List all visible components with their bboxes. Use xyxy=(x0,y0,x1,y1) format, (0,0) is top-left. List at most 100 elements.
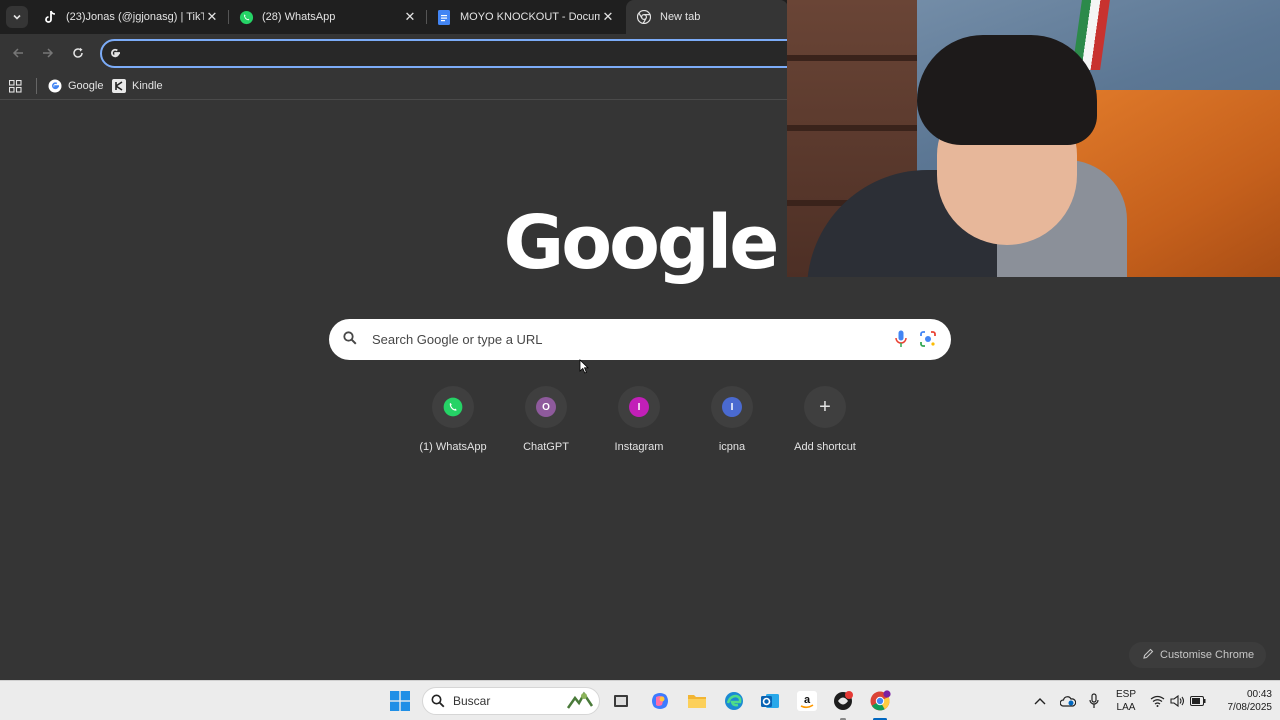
edge-icon xyxy=(725,692,743,710)
screen: (23)Jonas (@jgjonasg) | TikTok ✕ (28) Wh… xyxy=(0,0,1280,720)
forward-button[interactable] xyxy=(37,42,59,64)
search-placeholder: Search Google or type a URL xyxy=(372,332,543,347)
whatsapp-icon xyxy=(238,9,254,25)
tab-new-tab[interactable]: New tab xyxy=(626,0,788,34)
search-icon xyxy=(431,694,445,708)
webcam-shelf-line xyxy=(787,125,917,131)
ntp-search-box[interactable]: Search Google or type a URL xyxy=(329,319,951,360)
tab-title: (28) WhatsApp xyxy=(262,11,336,23)
clock-time: 00:43 xyxy=(1246,689,1272,700)
taskbar-search-text: Buscar xyxy=(453,694,491,708)
shortcut-whatsapp[interactable]: (1) WhatsApp xyxy=(407,386,499,466)
shortcut-label: Instagram xyxy=(614,441,664,453)
shortcut-label: Add shortcut xyxy=(794,441,856,453)
windows-icon xyxy=(390,691,410,711)
wifi-icon xyxy=(1150,695,1165,707)
shortcut-tile: I xyxy=(618,386,660,428)
microphone-icon xyxy=(1089,693,1099,708)
tab-docs[interactable]: MOYO KNOCKOUT - Documen ✕ xyxy=(426,0,622,34)
search-highlight-icon xyxy=(566,691,594,709)
google-lens-icon[interactable] xyxy=(919,330,937,353)
language-code: ESP xyxy=(1115,689,1136,700)
forward-arrow-icon xyxy=(43,48,54,58)
reload-button[interactable] xyxy=(67,42,89,64)
bookmark-kindle[interactable]: Kindle xyxy=(112,76,163,96)
app-icon xyxy=(834,691,853,710)
dark-app-button[interactable] xyxy=(831,689,855,713)
kindle-icon xyxy=(112,79,126,93)
clock-date: 7/08/2025 xyxy=(1227,702,1273,713)
back-arrow-icon xyxy=(12,48,23,58)
taskbar: Buscar a ESP LAA 00:43 7/08/2025 xyxy=(0,680,1280,720)
voice-search-icon[interactable] xyxy=(895,330,907,353)
close-icon[interactable]: ✕ xyxy=(402,9,418,25)
amazon-icon: a xyxy=(797,691,817,711)
shortcut-tile: I xyxy=(711,386,753,428)
tab-whatsapp[interactable]: (28) WhatsApp ✕ xyxy=(228,0,424,34)
docs-icon xyxy=(436,9,452,25)
back-button[interactable] xyxy=(7,42,29,64)
chevron-down-icon xyxy=(13,14,21,20)
tab-tiktok[interactable]: (23)Jonas (@jgjonasg) | TikTok ✕ xyxy=(32,0,226,34)
chrome-icon xyxy=(870,690,891,711)
taskbar-search[interactable]: Buscar xyxy=(422,687,600,715)
input-language[interactable]: ESP LAA xyxy=(1113,688,1139,714)
letter-avatar: O xyxy=(536,397,556,417)
battery-icon xyxy=(1190,696,1206,706)
plus-icon: + xyxy=(819,396,831,418)
chevron-up-icon xyxy=(1034,698,1046,705)
address-bar[interactable] xyxy=(100,39,820,68)
amazon-button[interactable]: a xyxy=(795,689,819,713)
shortcuts-grid: (1) WhatsApp O ChatGPT I Instagram I icp… xyxy=(407,386,873,466)
shortcut-icpna[interactable]: I icpna xyxy=(686,386,778,466)
shortcut-instagram[interactable]: I Instagram xyxy=(593,386,685,466)
volume-button[interactable] xyxy=(1170,681,1185,720)
microphone-button[interactable] xyxy=(1089,681,1099,720)
bookmark-google[interactable]: Google xyxy=(48,76,103,96)
letter-avatar: I xyxy=(629,397,649,417)
wifi-button[interactable] xyxy=(1150,681,1165,720)
tab-title: (23)Jonas (@jgjonasg) | TikTok xyxy=(66,11,204,23)
mouse-cursor-icon xyxy=(579,359,589,379)
letter-avatar: I xyxy=(722,397,742,417)
speaker-icon xyxy=(1170,695,1185,707)
tray-overflow-button[interactable] xyxy=(1034,681,1046,720)
task-view-button[interactable] xyxy=(609,689,633,713)
google-g-icon xyxy=(108,46,122,65)
folder-icon xyxy=(688,695,706,708)
search-icon xyxy=(343,331,357,350)
onedrive-button[interactable] xyxy=(1060,681,1076,720)
shortcut-tile: + xyxy=(804,386,846,428)
battery-button[interactable] xyxy=(1190,681,1206,720)
apps-button[interactable] xyxy=(9,76,22,96)
start-button[interactable] xyxy=(388,689,412,713)
file-explorer-button[interactable] xyxy=(685,689,709,713)
shortcut-add[interactable]: + Add shortcut xyxy=(779,386,871,466)
whatsapp-icon xyxy=(443,397,463,417)
bookmarks-divider xyxy=(36,78,37,94)
close-icon[interactable]: ✕ xyxy=(600,9,616,25)
shortcut-tile xyxy=(432,386,474,428)
shortcut-chatgpt[interactable]: O ChatGPT xyxy=(500,386,592,466)
shortcut-tile: O xyxy=(525,386,567,428)
webcam-shelf-line xyxy=(787,55,917,61)
webcam-hair xyxy=(917,35,1097,145)
copilot-button[interactable] xyxy=(648,689,672,713)
close-icon[interactable]: ✕ xyxy=(204,9,220,25)
svg-text:a: a xyxy=(804,694,811,706)
tab-title: MOYO KNOCKOUT - Documen xyxy=(460,11,600,23)
customise-label: Customise Chrome xyxy=(1160,649,1255,661)
customise-chrome-button[interactable]: Customise Chrome xyxy=(1129,642,1266,668)
chrome-taskbar-button[interactable] xyxy=(868,689,892,713)
tab-title: New tab xyxy=(660,11,701,23)
reload-icon xyxy=(73,47,83,58)
outlook-icon xyxy=(761,694,779,708)
edge-button[interactable] xyxy=(722,689,746,713)
system-clock[interactable]: 00:43 7/08/2025 xyxy=(1222,688,1273,714)
shortcut-label: (1) WhatsApp xyxy=(419,441,487,453)
tiktok-icon xyxy=(42,9,58,25)
shortcut-label: ChatGPT xyxy=(523,441,569,453)
tab-search-button[interactable] xyxy=(6,6,28,28)
outlook-button[interactable] xyxy=(758,689,782,713)
pencil-icon xyxy=(1143,648,1154,662)
